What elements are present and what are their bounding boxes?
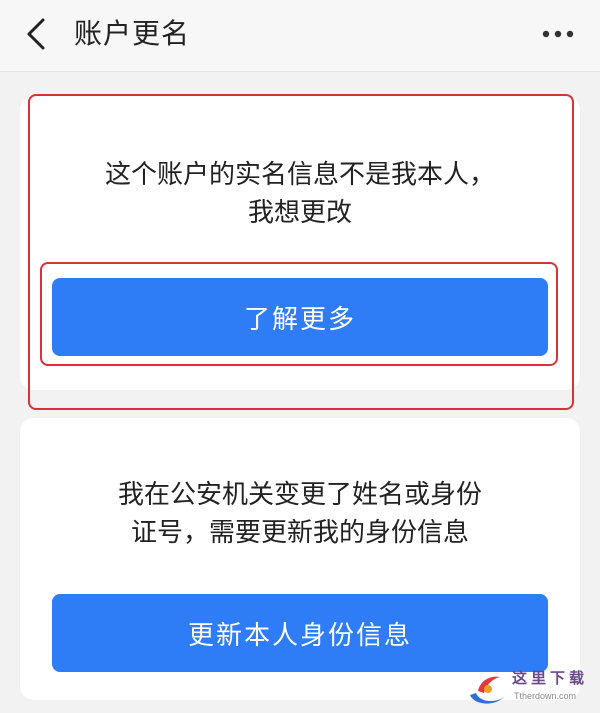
watermark: 这里下载 Ttherdown.com	[464, 663, 594, 711]
watermark-url: Ttherdown.com	[514, 691, 577, 701]
nav-bar: 账户更名	[0, 0, 600, 72]
option-description: 这个账户的实名信息不是我本人， 我想更改	[20, 156, 580, 232]
learn-more-button[interactable]: 了解更多	[52, 278, 548, 356]
option-card-update-identity: 我在公安机关变更了姓名或身份 证号，需要更新我的身份信息 更新本人身份信息	[20, 418, 580, 700]
description-line-2: 我想更改	[247, 198, 352, 228]
watermark-logo-icon	[470, 676, 504, 704]
description-line-1: 我在公安机关变更了姓名或身份	[117, 480, 482, 510]
description-line-2: 证号，需要更新我的身份信息	[130, 518, 469, 548]
update-identity-button[interactable]: 更新本人身份信息	[52, 594, 548, 672]
option-description: 我在公安机关变更了姓名或身份 证号，需要更新我的身份信息	[20, 476, 580, 552]
chevron-left-icon	[27, 18, 45, 50]
more-button[interactable]	[538, 14, 578, 54]
description-line-1: 这个账户的实名信息不是我本人，	[104, 160, 495, 190]
back-button[interactable]	[14, 12, 58, 56]
more-horizontal-icon	[542, 30, 574, 38]
option-card-not-me: 这个账户的实名信息不是我本人， 我想更改 了解更多	[20, 96, 580, 390]
page-title: 账户更名	[74, 17, 191, 50]
watermark-text: 这里下载	[512, 669, 589, 687]
